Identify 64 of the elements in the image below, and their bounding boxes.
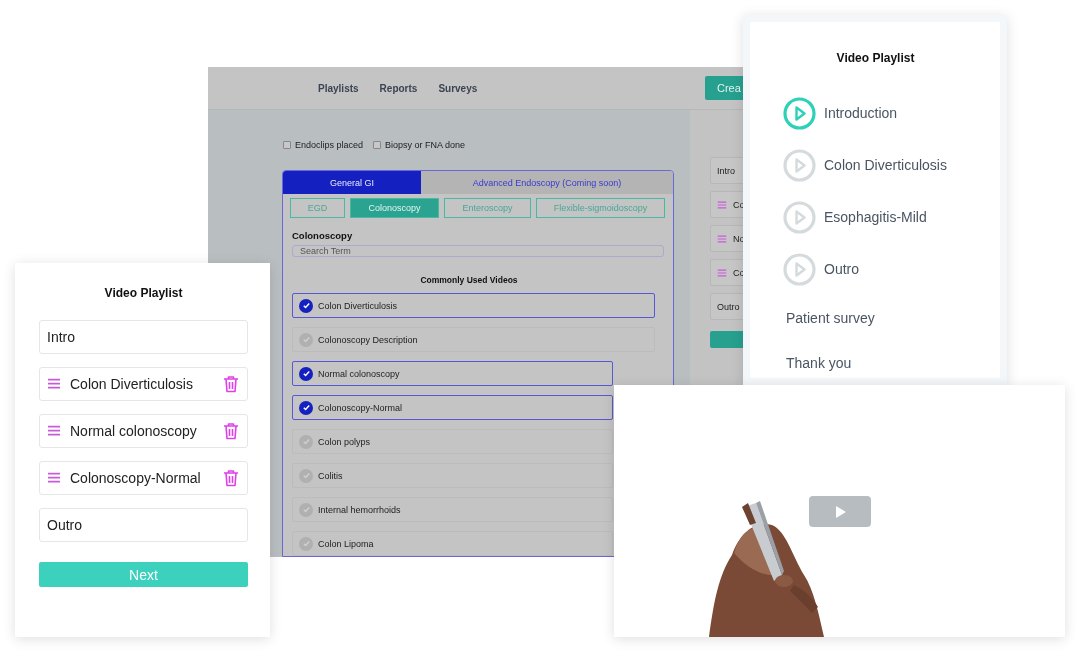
checkbox[interactable] <box>373 141 382 149</box>
video-name: Internal hemorrhoids <box>318 504 401 515</box>
playlist-item[interactable]: Colon Diverticulosis <box>39 367 248 401</box>
video-title[interactable]: Outro <box>824 261 859 277</box>
drag-handle-icon[interactable] <box>717 200 727 209</box>
play-icon <box>834 505 846 518</box>
video-title[interactable]: Colon Diverticulosis <box>824 157 947 173</box>
play-circle-icon[interactable] <box>783 148 816 182</box>
nav-link[interactable]: Surveys <box>438 82 478 94</box>
video-row[interactable]: Normal colonoscopy <box>292 361 613 386</box>
playlist-item[interactable]: Colonoscopy-Normal <box>39 461 248 495</box>
drag-handle-icon[interactable] <box>47 378 61 390</box>
drag-handle-icon[interactable] <box>47 425 61 437</box>
playlist-item-label: Outro <box>717 301 740 312</box>
trash-icon[interactable] <box>223 375 239 393</box>
playlist-item-label: Outro <box>47 517 82 533</box>
video-row[interactable]: Colon Diverticulosis <box>292 293 655 318</box>
playlist-item-label: Intro <box>47 329 75 345</box>
drag-handle-icon[interactable] <box>717 268 727 277</box>
checkbox[interactable] <box>283 141 291 149</box>
list-title: Commonly Used Videos <box>419 275 519 285</box>
card-title: Video Playlist <box>835 51 916 65</box>
play-circle-icon[interactable] <box>783 252 816 286</box>
video-title[interactable]: Esophagitis-Mild <box>824 209 927 225</box>
play-button[interactable] <box>809 496 871 527</box>
video-name: Colonoscopy Description <box>318 334 418 345</box>
playlist-item-label: Intro <box>717 165 735 176</box>
next-button[interactable] <box>710 331 745 348</box>
playlist-item-label: Colon Diverticulosis <box>70 376 193 392</box>
trash-icon[interactable] <box>223 422 239 440</box>
video-title[interactable]: Introduction <box>824 105 898 121</box>
playlist-item-label: Normal colonoscopy <box>70 423 197 439</box>
video-name: Colon Lipoma <box>318 538 374 549</box>
video-row[interactable]: Internal hemorrhoids <box>292 497 613 522</box>
video-name: Normal colonoscopy <box>318 368 400 379</box>
nav-link[interactable]: Reports <box>379 82 418 94</box>
video-row[interactable]: Colon polyps <box>292 429 613 454</box>
drag-handle-icon[interactable] <box>47 472 61 484</box>
tab[interactable]: General GI <box>283 171 421 194</box>
search-field[interactable]: Search Term <box>292 245 664 257</box>
nav-link[interactable]: Playlists <box>318 82 359 94</box>
playlist-item[interactable]: Intro <box>39 320 248 354</box>
section-title: Colonoscopy <box>292 230 354 241</box>
video-row[interactable]: Colonoscopy Description <box>292 327 655 352</box>
step-label[interactable]: Patient survey <box>786 309 875 326</box>
playlist-item[interactable]: Outro <box>39 508 248 542</box>
video-name: Colitis <box>318 470 343 481</box>
step-label[interactable]: Thank you <box>786 354 852 371</box>
play-circle-icon[interactable] <box>783 200 816 234</box>
tab[interactable]: Advanced Endoscopy (Coming soon) <box>421 171 673 194</box>
video-row[interactable]: Colonoscopy-Normal <box>292 395 613 420</box>
checkbox-label: Endoclips placed <box>295 140 364 150</box>
video-name: Colonoscopy-Normal <box>318 402 403 413</box>
playlist-item[interactable]: Normal colonoscopy <box>39 414 248 448</box>
video-row[interactable]: Colon Lipoma <box>292 531 613 556</box>
drag-handle-icon[interactable] <box>717 234 727 243</box>
playlist-item-label: Colonoscopy-Normal <box>70 470 201 486</box>
video-row[interactable]: Colitis <box>292 463 613 488</box>
trash-icon[interactable] <box>223 469 239 487</box>
checkbox-label: Biopsy or FNA done <box>385 140 466 150</box>
play-circle-icon[interactable] <box>783 96 816 130</box>
video-name: Colon Diverticulosis <box>318 300 398 311</box>
video-name: Colon polyps <box>318 436 371 447</box>
card-title: Video Playlist <box>103 286 184 300</box>
